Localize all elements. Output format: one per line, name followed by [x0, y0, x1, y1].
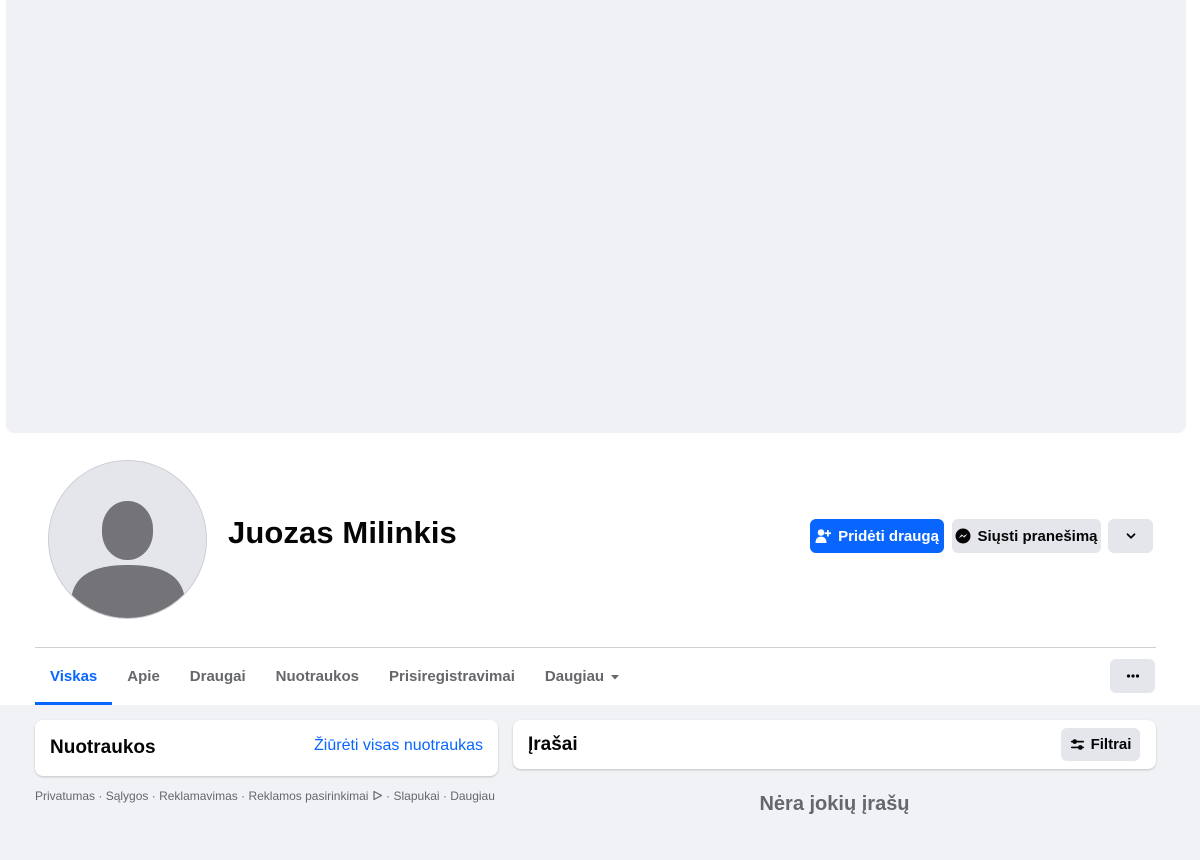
profile-tabs: Viskas Apie Draugai Nuotraukos Prisiregi… — [35, 648, 635, 705]
footer-separator: · — [95, 789, 106, 803]
tab-label: Apie — [127, 668, 160, 685]
chevron-down-icon — [1126, 533, 1135, 539]
add-friend-label: Pridėti draugą — [838, 527, 939, 545]
profile-options-button[interactable] — [1108, 519, 1153, 553]
send-message-label: Siųsti pranešimą — [977, 527, 1098, 545]
profile-avatar[interactable] — [48, 460, 207, 619]
footer-link-terms[interactable]: Sąlygos — [106, 789, 149, 803]
tab-draugai[interactable]: Draugai — [175, 648, 261, 705]
more-horizontal-icon — [1126, 674, 1139, 678]
profile-header: Juozas Milinkis Pridėti draugą Siųsti pr… — [0, 0, 1200, 705]
filter-label: Filtrai — [1090, 736, 1132, 753]
tab-label: Prisiregistravimai — [389, 668, 515, 685]
filter-sliders-icon — [1070, 739, 1084, 750]
photos-card-title: Nuotraukos — [50, 737, 156, 758]
tab-nuotraukos[interactable]: Nuotraukos — [261, 648, 374, 705]
tab-label: Viskas — [50, 668, 98, 685]
posts-card: Įrašai Filtrai — [513, 720, 1156, 769]
default-avatar-icon — [49, 461, 206, 618]
tab-daugiau[interactable]: Daugiau — [530, 648, 635, 705]
tab-prisiregistravimai[interactable]: Prisiregistravimai — [374, 648, 530, 705]
tab-label: Daugiau — [544, 668, 605, 685]
posts-card-title: Įrašai — [528, 734, 578, 755]
tab-label: Nuotraukos — [275, 668, 359, 685]
footer-links: Privatumas · Sąlygos · Reklamavimas · Re… — [35, 789, 505, 803]
tab-label: Draugai — [189, 668, 246, 685]
photos-card: Nuotraukos Žiūrėti visas nuotraukas — [35, 720, 498, 776]
cover-photo[interactable] — [6, 0, 1186, 433]
footer-link-cookies[interactable]: Slapukai — [394, 789, 440, 803]
footer-link-privacy[interactable]: Privatumas — [35, 789, 95, 803]
see-all-photos-link[interactable]: Žiūrėti visas nuotraukas — [314, 737, 483, 755]
filter-button[interactable]: Filtrai — [1061, 728, 1140, 761]
footer-separator: · — [237, 789, 249, 803]
footer-separator: · — [439, 789, 451, 803]
add-friend-icon — [815, 529, 832, 543]
tab-viskas[interactable]: Viskas — [35, 648, 113, 705]
footer-separator: · — [148, 789, 160, 803]
more-options-button[interactable] — [1110, 659, 1155, 693]
messenger-icon — [955, 528, 971, 544]
add-friend-button[interactable]: Pridėti draugą — [810, 519, 944, 553]
profile-name: Juozas Milinkis — [228, 515, 457, 550]
no-posts-message: Nėra jokių įrašų — [759, 793, 910, 815]
caret-down-icon — [611, 674, 620, 679]
ad-choices-icon — [373, 790, 382, 801]
tab-apie[interactable]: Apie — [112, 648, 175, 705]
footer-link-more[interactable]: Daugiau — [450, 789, 495, 803]
footer-link-advertising[interactable]: Reklamavimas — [159, 789, 238, 803]
footer-separator: · — [382, 789, 394, 803]
footer-link-ad-choices[interactable]: Reklamos pasirinkimai — [248, 789, 368, 803]
send-message-button[interactable]: Siųsti pranešimą — [952, 519, 1101, 553]
